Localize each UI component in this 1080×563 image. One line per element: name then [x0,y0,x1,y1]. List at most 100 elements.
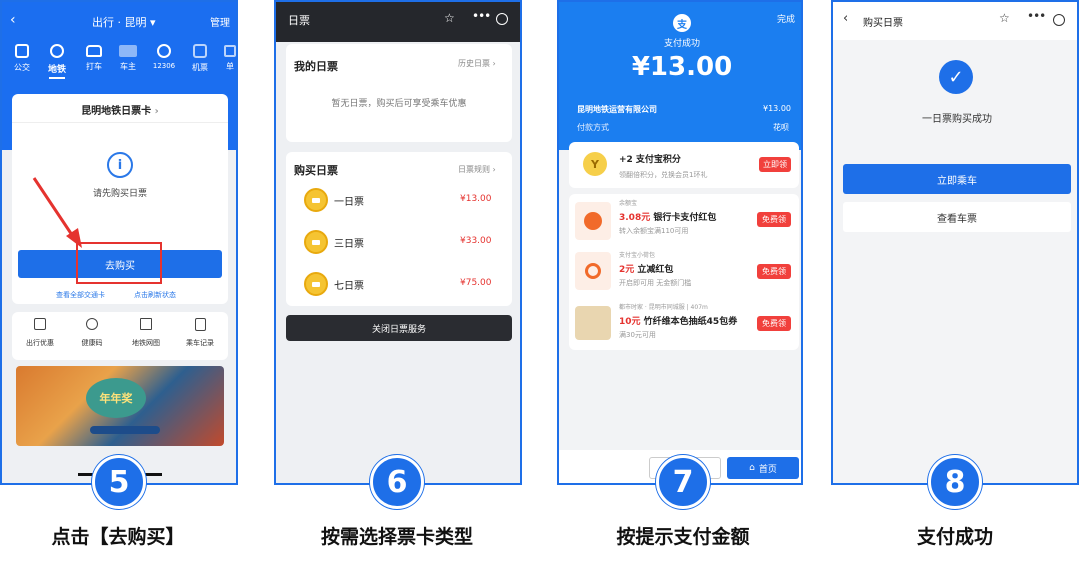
divider [12,122,228,123]
offer-title: 竹纤维本色抽纸45包券 [643,317,738,327]
my-tickets-title: 我的日票 [294,60,338,73]
all-cards-link[interactable]: 查看全部交通卡 [56,290,105,300]
offer-subtitle: 满30元可用 [619,331,656,339]
more-icon[interactable]: ••• [472,9,491,23]
ticket-price: ¥33.00 [460,236,492,246]
history-link-label: 历史日票 [458,59,490,68]
ticket-option-3day[interactable]: 三日票 ¥33.00 [286,230,512,268]
back-icon[interactable]: ‹ [843,11,848,26]
done-link[interactable]: 完成 [777,12,795,25]
more-icon[interactable]: ••• [1027,9,1046,23]
offer-item: 都市时家 · 昆明市同城服 | 407m 10元 竹纤维本色抽纸45包券 满30… [569,298,799,350]
offer-subtitle: 转入余额宝满110可用 [619,227,689,235]
nav-bike[interactable]: 单 [220,40,236,72]
tissue-product-icon [575,306,611,340]
offer-tag: 都市时家 · 昆明市同城服 | 407m [619,304,708,311]
transport-nav: 公交 地铁 打车 车主 12306 机票 单 [2,40,236,88]
step7-screen: 完成 支 支付成功 ¥13.00 昆明地铁运营有限公司 ¥13.00 付款方式 … [557,0,803,485]
view-ticket-label: 查看车票 [937,213,977,225]
service-metro-map[interactable]: 地铁网图 [124,318,168,348]
ticket-option-7day[interactable]: 七日票 ¥75.00 [286,272,512,302]
view-ticket-button[interactable]: 查看车票 [843,202,1071,232]
service-travel-deals[interactable]: 出行优惠 [18,318,62,348]
pay-method-label: 付款方式 [577,123,609,132]
nav-taxi[interactable]: 打车 [80,40,108,72]
step-caption-6: 按需选择票卡类型 [320,526,474,548]
my-tickets-card: 我的日票 历史日票 › 暂无日票，购买后可享受乘车优惠 [286,44,512,142]
ticket-name: 三日票 [334,239,364,250]
empty-state-text: 暂无日票，购买后可享受乘车优惠 [331,99,467,109]
merchant-amount: ¥13.00 [763,104,791,113]
nav-metro[interactable]: 地铁 [40,40,74,79]
nav-label: 车主 [120,62,136,71]
ticket-coin-icon [304,272,328,296]
service-label: 健康码 [81,339,103,347]
nav-label: 打车 [86,62,102,71]
banner-strip [90,426,160,434]
offer-headline: 3.08元 银行卡支付红包 [619,210,716,223]
card-title[interactable]: 昆明地铁日票卡 › [12,102,228,117]
merchant-name: 昆明地铁运营有限公司 [577,105,657,114]
step-caption-8: 支付成功 [916,526,994,548]
offer-amount: 2元 [619,265,635,275]
bus-icon [15,44,29,58]
star-icon[interactable]: ☆ [999,11,1010,25]
nav-bus[interactable]: 公交 [8,40,36,73]
manage-link[interactable]: 管理 [210,14,230,29]
map-icon [140,318,152,330]
offer-tag: 支付宝小荷包 [619,252,656,259]
ticket-price: ¥75.00 [460,278,492,288]
step-badge-8: 8 [928,455,982,509]
red-arrow-pointer [32,177,82,248]
step6-screen: 日票 ☆ ••• 我的日票 历史日票 › 暂无日票，购买后可享受乘车优惠 购买日… [274,0,522,485]
ride-now-button[interactable]: 立即乘车 [843,164,1071,194]
close-service-button[interactable]: 关闭日票服务 [286,315,512,341]
nav-owner[interactable]: 车主 [114,40,142,72]
nav-label: 机票 [192,63,208,72]
success-check-icon: ✓ [939,60,973,94]
purse-icon [575,252,611,290]
service-health-code[interactable]: 健康码 [70,318,114,348]
home-button[interactable]: ⌂ 首页 [727,457,799,479]
promo-banner[interactable]: 年年奖 [16,366,224,446]
star-icon[interactable]: ☆ [444,11,455,25]
car-icon [86,45,102,57]
city-selector[interactable]: 出行 · 昆明 ▾ [92,14,156,30]
nav-12306[interactable]: 12306 [148,40,180,70]
buy-tickets-title: 购买日票 [294,164,338,177]
ticket-name: 七日票 [334,281,364,292]
page-title: 购买日票 [863,18,903,29]
points-subtitle: 领翻倍积分，兑换会员1环礼 [619,171,708,179]
service-ride-records[interactable]: 乘车记录 [178,318,222,348]
close-icon[interactable] [496,13,508,25]
claim-points-button[interactable]: 立即领 [759,157,791,172]
step-badge-7: 7 [656,455,710,509]
refresh-status-link[interactable]: 点击刷新状态 [134,290,176,300]
history-link[interactable]: 历史日票 › [458,58,496,69]
rules-link[interactable]: 日票规则 › [458,164,496,175]
service-label: 地铁网图 [132,339,160,347]
step-badge-5: 5 [92,455,146,509]
points-title: +2 支付宝积分 [619,155,681,165]
offer-tag: 余额宝 [619,200,638,207]
offer-amount: 10元 [619,317,641,327]
active-indicator [49,77,65,79]
ticket-option-1day[interactable]: 一日票 ¥13.00 [286,188,512,226]
claim-offer-button[interactable]: 免费领 [757,264,791,279]
service-label: 乘车记录 [186,339,214,347]
step5-screen: ‹ 出行 · 昆明 ▾ 管理 公交 地铁 打车 车主 12306 机票 单 昆明… [0,0,238,485]
close-service-label: 关闭日票服务 [371,324,426,335]
claim-offer-button[interactable]: 免费领 [757,316,791,331]
driver-icon [119,45,137,57]
back-icon[interactable]: ‹ [10,12,16,28]
paid-amount: ¥13.00 [631,52,733,82]
plane-icon [193,44,207,58]
buy-tickets-card: 购买日票 日票规则 › 一日票 ¥13.00 三日票 ¥33.00 七日票 ¥7… [286,152,512,306]
claim-offer-button[interactable]: 免费领 [757,212,791,227]
gift-icon [34,318,46,330]
info-icon: i [107,152,133,178]
nav-label: 地铁 [47,65,66,75]
close-icon[interactable] [1053,14,1065,26]
ticket-coin-icon [304,188,328,212]
nav-flight[interactable]: 机票 [186,40,214,73]
